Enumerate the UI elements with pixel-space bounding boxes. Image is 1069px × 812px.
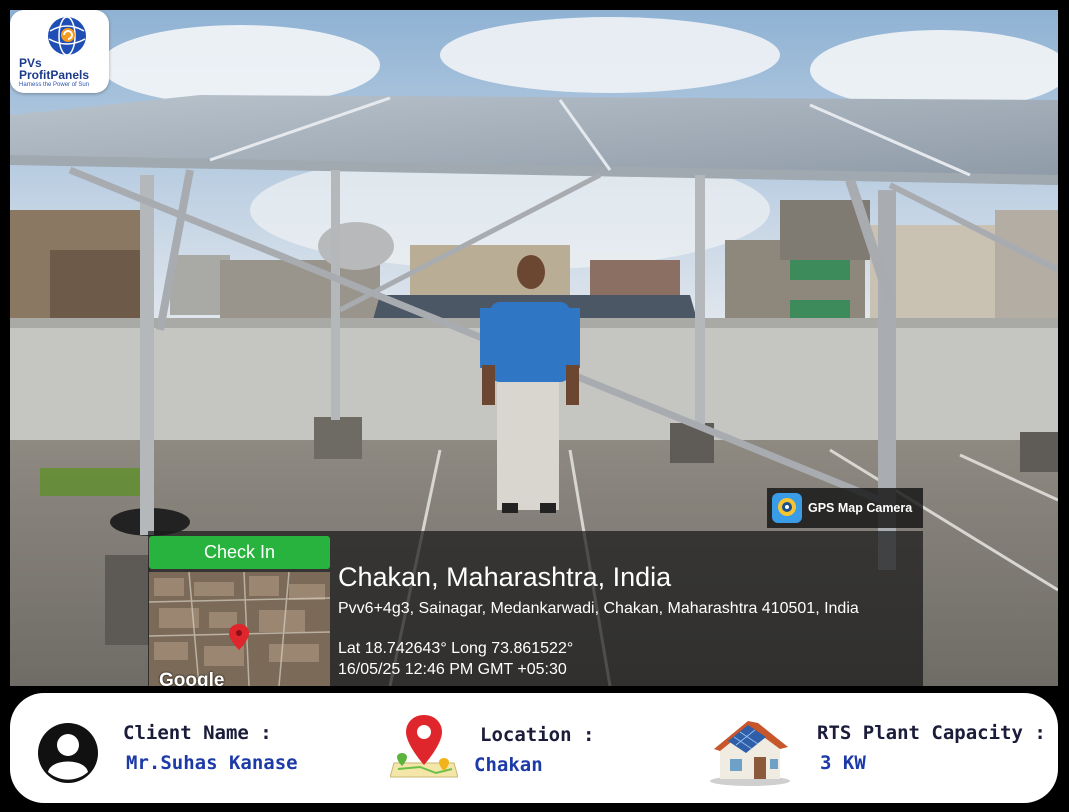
location-value: Chakan: [474, 754, 543, 776]
gps-map-camera-badge: GPS Map Camera: [767, 488, 923, 528]
gps-badge-label: GPS Map Camera: [808, 501, 913, 515]
user-avatar-icon: [38, 723, 98, 783]
lat-long-text: Lat 18.742643° Long 73.861522°: [338, 640, 574, 657]
solar-house-icon: [710, 721, 790, 786]
location-label: Location :: [480, 724, 595, 746]
gps-camera-icon: [772, 493, 802, 523]
globe-logo-icon: [48, 16, 86, 56]
logo-tagline: Harness the Power of Sun: [19, 82, 90, 88]
info-bar: [10, 693, 1058, 803]
plant-capacity-value: 3 KW: [820, 752, 866, 774]
check-in-label: Check In: [149, 536, 330, 569]
plant-capacity-label: RTS Plant Capacity :: [817, 722, 1046, 744]
logo-line2: ProfitPanels: [19, 68, 90, 82]
google-watermark: Google: [159, 670, 225, 686]
client-name-label: Client Name :: [123, 722, 272, 744]
datetime-text: 16/05/25 12:46 PM GMT +05:30: [338, 661, 567, 678]
pvs-profitpanels-logo: PVs ProfitPanels Harness the Power of Su…: [10, 10, 109, 93]
map-pin-icon: [390, 715, 458, 778]
location-title: Chakan, Maharashtra, India: [338, 562, 672, 592]
address-text: Pvv6+4g3, Sainagar, Medankarwadi, Chakan…: [338, 600, 859, 617]
client-name-value: Mr.Suhas Kanase: [126, 752, 298, 774]
mini-map: Google: [149, 572, 330, 686]
